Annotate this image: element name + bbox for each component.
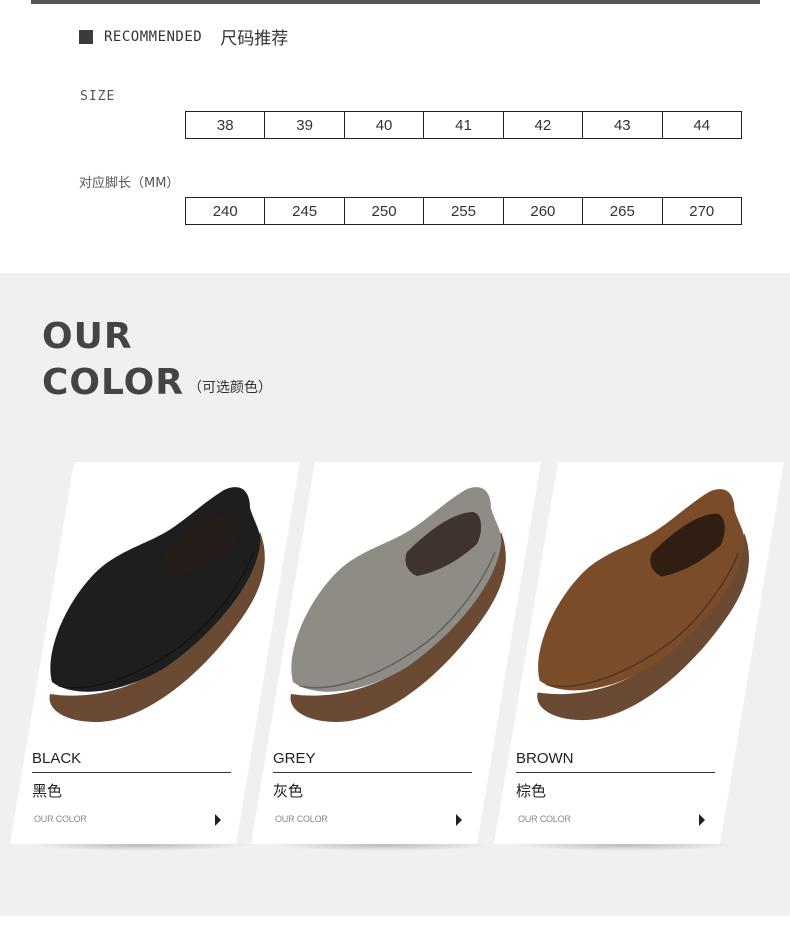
title-color-word: COLOR <box>42 362 185 403</box>
size-row: 38 39 40 41 42 43 44 <box>184 111 743 139</box>
color-name: GREY <box>273 750 316 767</box>
size-cell: 38 <box>184 111 266 139</box>
size-table: 38 39 40 41 42 43 44 <box>184 111 743 139</box>
bullet-square-icon <box>79 29 93 44</box>
shoe-image <box>49 487 265 722</box>
length-cell: 270 <box>661 197 743 225</box>
card-divider <box>273 772 472 773</box>
card-divider <box>32 772 231 773</box>
length-cell: 240 <box>184 197 266 225</box>
recommended-header: RECOMMENDED 尺码推荐 <box>79 24 288 49</box>
title-subtitle: （可选颜色） <box>188 380 273 396</box>
size-cell: 39 <box>264 111 345 139</box>
top-divider <box>31 0 760 4</box>
play-arrow-icon[interactable] <box>456 814 462 826</box>
color-name-cn: 黑色 <box>32 782 63 800</box>
size-cell: 40 <box>343 111 425 139</box>
shoe-image <box>537 489 750 721</box>
length-cell: 255 <box>423 197 504 225</box>
size-label: SIZE <box>80 89 116 104</box>
card-divider <box>516 772 715 773</box>
length-cell: 260 <box>502 197 584 225</box>
color-name-cn: 棕色 <box>516 782 547 800</box>
foot-length-row: 240 245 250 255 260 265 270 <box>184 197 743 225</box>
color-name: BLACK <box>32 750 82 767</box>
play-arrow-icon[interactable] <box>215 814 221 826</box>
title-line-1: OUR <box>42 316 133 357</box>
card-caption: OUR COLOR <box>518 814 571 824</box>
color-name-cn: 灰色 <box>273 782 304 800</box>
length-cell: 265 <box>582 197 663 225</box>
size-cell: 43 <box>582 111 663 139</box>
foot-length-table: 240 245 250 255 260 265 270 <box>184 197 743 225</box>
our-color-title: OUR COLOR （可选颜色） <box>42 314 272 411</box>
play-arrow-icon[interactable] <box>699 814 705 826</box>
recommended-label-cn: 尺码推荐 <box>220 29 289 49</box>
title-line-2: COLOR （可选颜色） <box>42 360 272 411</box>
card-caption: OUR COLOR <box>34 814 87 824</box>
color-name: BROWN <box>516 750 574 767</box>
color-card-brown[interactable]: BROWN 棕色 OUR COLOR <box>494 462 786 844</box>
size-cell: 41 <box>423 111 504 139</box>
length-cell: 250 <box>343 197 425 225</box>
size-cell: 44 <box>661 111 743 139</box>
size-cell: 42 <box>502 111 584 139</box>
recommended-label: RECOMMENDED <box>104 28 203 45</box>
card-caption: OUR COLOR <box>275 814 328 824</box>
length-cell: 245 <box>264 197 345 225</box>
shoe-image <box>290 487 506 722</box>
foot-length-label: 对应脚长（MM） <box>79 176 180 191</box>
